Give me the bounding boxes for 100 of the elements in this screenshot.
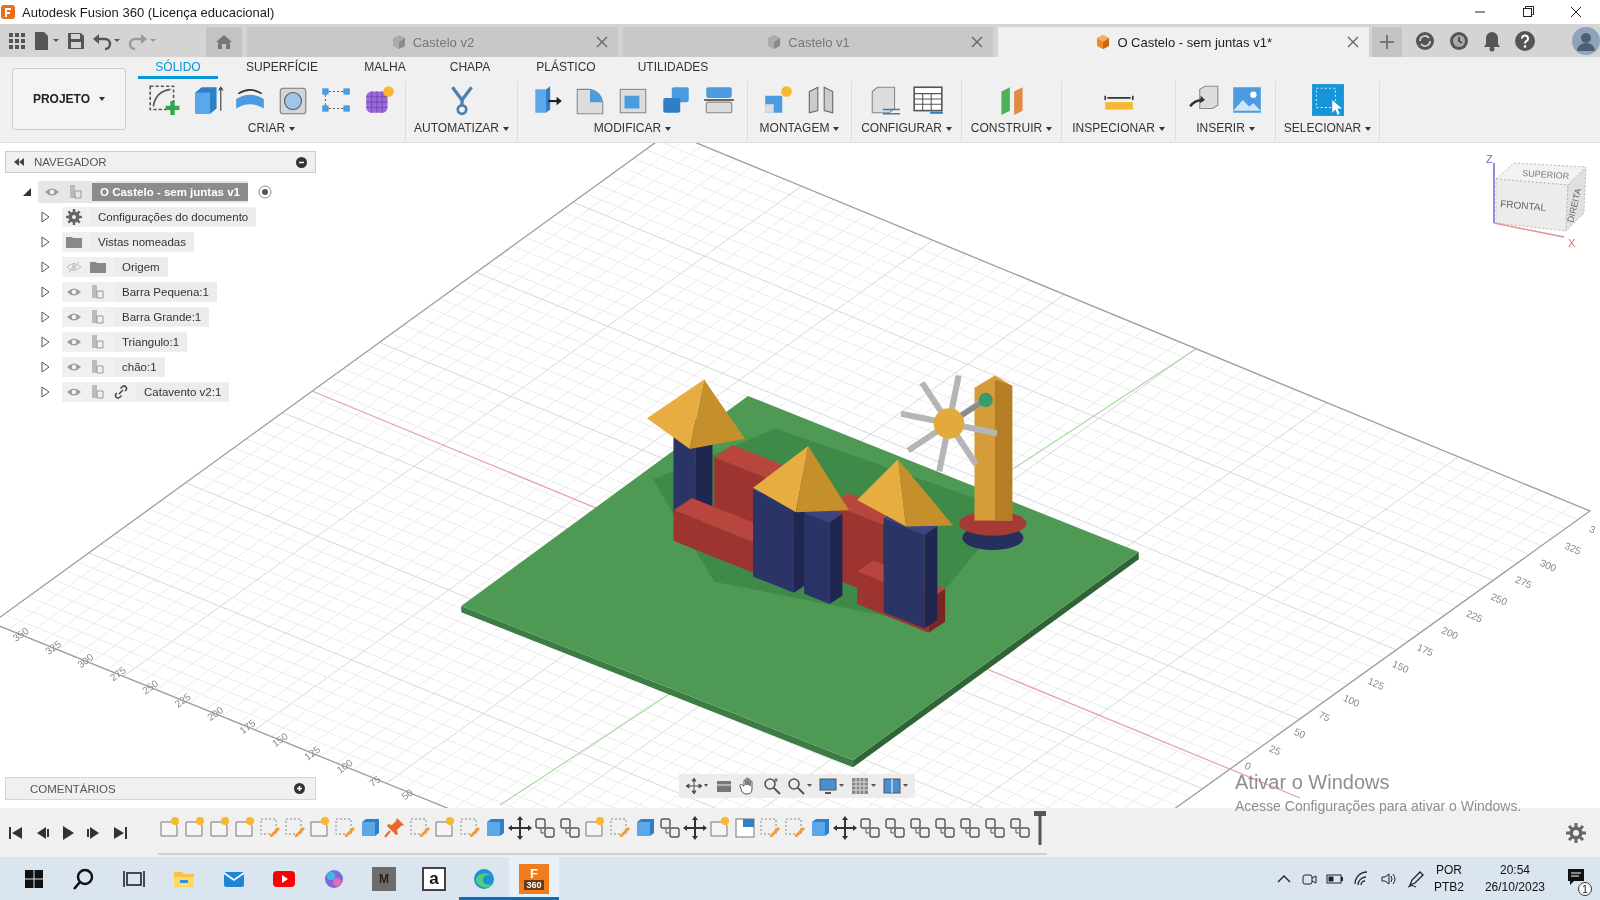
collapse-panel-icon[interactable] xyxy=(14,158,24,166)
play-icon[interactable] xyxy=(60,824,76,841)
display-icon[interactable] xyxy=(819,777,845,795)
move-icon[interactable] xyxy=(508,815,532,840)
axis-tick-label: 100 xyxy=(334,756,355,776)
tree-item[interactable]: Catavento v2:1 xyxy=(136,382,230,401)
toolbar-tab[interactable]: MALHA xyxy=(346,57,424,79)
move-icon[interactable] xyxy=(833,815,857,840)
toolbar-group-menu[interactable]: MODIFICAR xyxy=(593,121,672,135)
toolbar-group-menu[interactable]: INSPECIONAR xyxy=(1072,121,1165,135)
tree-item[interactable]: Barra Grande:1 xyxy=(114,307,210,326)
toolbar-tab[interactable]: CHAPA xyxy=(424,57,516,79)
add-circle-icon[interactable] xyxy=(294,783,305,794)
component-icon xyxy=(90,283,106,300)
toolbar-group-menu[interactable]: CONFIGURAR xyxy=(861,121,952,135)
expand-toggle[interactable] xyxy=(40,360,50,373)
orbit-icon[interactable] xyxy=(685,777,709,795)
axis-tick-label: 300 xyxy=(75,651,96,670)
toolbar-group-menu[interactable]: MONTAGEM xyxy=(759,121,840,135)
user-avatar[interactable] xyxy=(1572,26,1600,55)
table-icon[interactable] xyxy=(911,83,945,117)
bell-icon[interactable] xyxy=(1482,29,1502,52)
keyboard-layout[interactable]: PTB2 xyxy=(1433,878,1464,896)
copy-feature-icon[interactable] xyxy=(558,815,582,840)
expand-toggle[interactable] xyxy=(40,260,50,273)
toolbar-tab[interactable]: PLÁSTICO xyxy=(516,57,616,79)
tree-item[interactable]: Origem xyxy=(114,257,168,276)
help-icon[interactable] xyxy=(1514,29,1536,52)
app-caption: 360 xyxy=(524,880,544,890)
clock-icon[interactable] xyxy=(1448,29,1470,52)
expand-toggle[interactable] xyxy=(40,285,50,298)
toolbar-group-menu[interactable]: CONSTRUIR xyxy=(970,121,1053,135)
toolbar-group-menu[interactable]: INSERIR xyxy=(1196,121,1255,135)
language-indicator[interactable]: POR xyxy=(1435,861,1462,879)
toolbar-tab[interactable]: SUPERFÍCIE xyxy=(218,57,346,79)
tree-item[interactable]: chão:1 xyxy=(114,357,165,376)
clock-time[interactable]: 20:54 xyxy=(1499,861,1530,879)
component-icon xyxy=(68,183,84,200)
tree-item[interactable]: Triangulo:1 xyxy=(114,332,188,351)
pin-icon[interactable] xyxy=(383,815,407,840)
home-button[interactable] xyxy=(206,27,243,57)
new-tab-button[interactable] xyxy=(1372,27,1402,57)
expand-toggle[interactable] xyxy=(40,335,50,348)
copy-feature-icon[interactable] xyxy=(858,815,882,840)
settings-icon[interactable] xyxy=(1566,822,1586,843)
copy-feature-icon[interactable] xyxy=(908,815,932,840)
split-feature-icon[interactable] xyxy=(733,815,757,840)
search-icon[interactable] xyxy=(72,866,96,891)
axis-tick-label: 175 xyxy=(1415,641,1436,659)
copy-feature-icon[interactable] xyxy=(883,815,907,840)
grid-icon[interactable] xyxy=(851,777,877,795)
toolbar-group-menu[interactable]: SELECIONAR xyxy=(1283,121,1372,135)
document-tab[interactable]: O Castelo - sem juntas v1* xyxy=(998,27,1369,57)
workspace-menu-button[interactable]: PROJETO xyxy=(12,68,126,130)
copy-feature-icon[interactable] xyxy=(958,815,982,840)
browser-icon[interactable] xyxy=(472,866,496,891)
sketch-icon[interactable] xyxy=(147,83,181,117)
expand-toggle[interactable] xyxy=(40,310,50,323)
active-radio-icon[interactable] xyxy=(257,184,272,199)
speaker-icon[interactable] xyxy=(1379,870,1398,887)
tree-item[interactable]: Barra Pequena:1 xyxy=(114,282,217,301)
copy-feature-icon[interactable] xyxy=(533,815,557,840)
zoom-window-icon[interactable] xyxy=(787,777,813,795)
select-icon[interactable] xyxy=(1310,83,1345,117)
tree-item[interactable]: Configurações do documento xyxy=(90,207,257,226)
notification-icon[interactable] xyxy=(1566,867,1586,887)
axis-tick-label: 75 xyxy=(1317,709,1332,724)
save-icon[interactable] xyxy=(66,30,86,51)
expand-toggle[interactable] xyxy=(40,210,50,223)
cube-face-label[interactable]: FRONTAL xyxy=(1499,198,1547,213)
file-icon[interactable] xyxy=(32,30,60,51)
zoom-icon[interactable] xyxy=(763,777,781,795)
app-tile[interactable]: F 360 xyxy=(519,863,549,894)
viewports-icon[interactable] xyxy=(883,777,909,795)
timeline-marker-icon[interactable] xyxy=(1033,810,1047,845)
toolbar-group-menu[interactable]: CRIAR xyxy=(247,121,296,135)
app-tile[interactable]: a xyxy=(422,866,446,891)
close-tab-icon[interactable] xyxy=(595,36,608,48)
axis-label: Z xyxy=(1486,153,1493,165)
copy-feature-icon[interactable] xyxy=(983,815,1007,840)
copy-feature-icon[interactable] xyxy=(658,815,682,840)
expand-toggle[interactable] xyxy=(40,235,50,248)
view-cube-icon[interactable] xyxy=(1493,162,1587,238)
close-tab-icon[interactable] xyxy=(1347,36,1359,48)
first-frame-icon[interactable] xyxy=(8,824,24,841)
pen-icon[interactable] xyxy=(1406,869,1425,888)
apps-grid-icon[interactable] xyxy=(8,31,26,50)
copy-feature-icon[interactable] xyxy=(1008,815,1032,840)
toolbar-tab[interactable]: UTILIDADES xyxy=(616,57,730,79)
axis-tick-label: 3 xyxy=(1587,523,1598,536)
minus-circle-icon[interactable] xyxy=(296,156,307,168)
clock-date[interactable]: 26/10/2023 xyxy=(1484,878,1545,896)
copy-feature-icon[interactable] xyxy=(933,815,957,840)
expand-toggle[interactable] xyxy=(40,385,50,398)
tree-item[interactable]: Vistas nomeadas xyxy=(90,232,194,251)
toolbar-group-menu[interactable]: AUTOMATIZAR xyxy=(414,121,509,135)
sync-icon[interactable] xyxy=(1414,29,1436,52)
close-tab-icon[interactable] xyxy=(971,36,984,48)
move-icon[interactable] xyxy=(683,815,707,840)
last-frame-icon[interactable] xyxy=(112,824,128,841)
